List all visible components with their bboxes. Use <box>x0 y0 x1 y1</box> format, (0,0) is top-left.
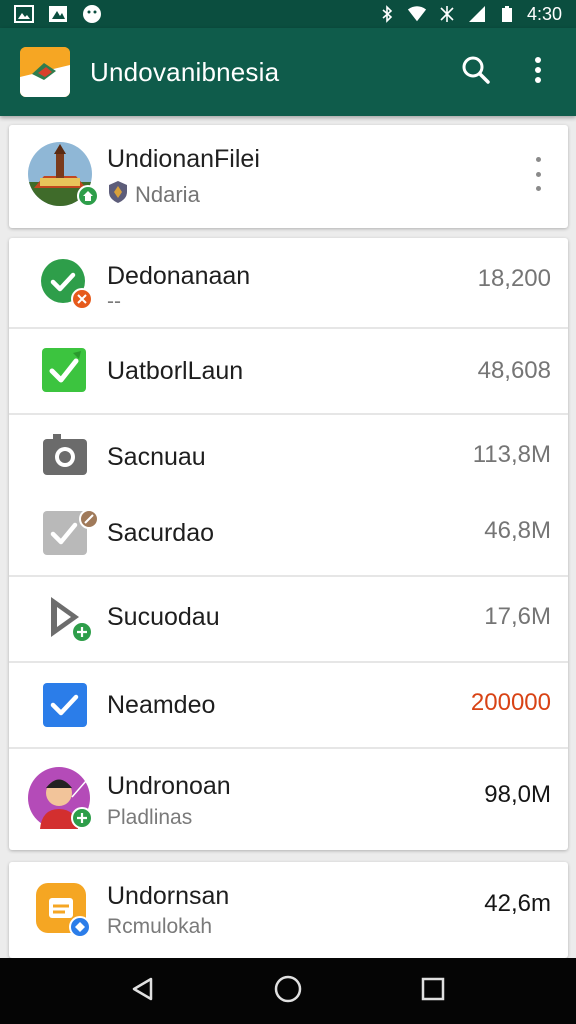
list-item-value: 113,8M <box>472 441 551 468</box>
list-item-label: Undornsan <box>107 882 230 910</box>
list-item-sub: -- <box>107 290 121 313</box>
list-item-sub: Rcmulokah <box>107 915 213 938</box>
check-box-icon <box>41 347 89 395</box>
list-item-label: Undronoan <box>107 772 231 800</box>
status-time: 4:30 <box>526 3 562 24</box>
badge-icon <box>79 509 99 529</box>
list-item-label: Neamdeo <box>107 691 216 719</box>
back-button[interactable] <box>118 966 168 1016</box>
add-badge-icon <box>71 621 93 643</box>
list-item-label: Sacnuau <box>107 443 206 471</box>
add-badge-icon <box>71 807 93 829</box>
list-item[interactable]: Undornsan Rcmulokah 42,6m <box>9 862 568 958</box>
home-icon <box>274 975 302 1008</box>
recents-button[interactable] <box>408 966 458 1016</box>
home-button[interactable] <box>263 966 313 1016</box>
wifi-icon <box>407 5 427 23</box>
verified-badge-icon <box>69 916 91 938</box>
app-title: Undovanibnesia <box>90 56 280 87</box>
list-item-value: 46,8M <box>484 517 551 544</box>
system-nav-bar <box>0 958 576 1024</box>
list-item[interactable]: Sacnuau 113,8M <box>9 415 568 495</box>
app-logo <box>20 47 70 97</box>
item-list-card: Dedonanaan -- 18,200 UatborlLaun 48,608 … <box>9 238 568 850</box>
gallery-notification-icon <box>14 5 34 23</box>
list-item[interactable]: Dedonanaan -- 18,200 <box>9 238 568 328</box>
more-vert-icon <box>535 157 541 162</box>
battery-icon <box>497 5 517 23</box>
check-box-blue-icon <box>41 681 89 729</box>
list-item-sub: Pladlinas <box>107 806 193 829</box>
list-item[interactable]: Sucuodau 17,6M <box>9 577 568 661</box>
search-icon <box>461 55 491 90</box>
list-item-value: 42,6m <box>484 890 551 917</box>
list-item-value: 98,0M <box>484 781 551 808</box>
home-badge-icon <box>77 185 99 207</box>
app-toolbar: Undovanibnesia <box>0 28 576 116</box>
profile-subtitle-text: Ndaria <box>135 182 200 207</box>
list-item[interactable]: Undronoan Pladlinas 98,0M <box>9 749 568 849</box>
signal-icon <box>467 5 487 23</box>
alert-badge-icon <box>71 288 93 310</box>
image-notification-icon <box>48 5 68 23</box>
list-item-label: UatborlLaun <box>107 357 244 385</box>
list-item[interactable]: Neamdeo 200000 <box>9 663 568 747</box>
data-sync-icon <box>437 5 457 23</box>
profile-name: UndionanFilei <box>107 145 260 173</box>
profile-subtitle: Ndaria <box>107 180 200 210</box>
list-item-value: 48,608 <box>477 357 551 384</box>
face-notification-icon <box>82 5 102 23</box>
bluetooth-icon <box>377 5 397 23</box>
status-bar: 4:30 <box>0 0 576 28</box>
back-icon <box>130 976 156 1007</box>
list-item-value: 17,6M <box>484 603 551 630</box>
list-item-label: Sacurdao <box>107 519 215 547</box>
list-item-value: 200000 <box>470 689 551 716</box>
profile-more-button[interactable] <box>526 157 550 191</box>
camera-icon <box>41 431 89 479</box>
list-item-label: Dedonanaan <box>107 262 251 290</box>
search-button[interactable] <box>458 54 494 90</box>
list-item[interactable]: UatborlLaun 48,608 <box>9 329 568 414</box>
more-vert-icon <box>534 56 542 89</box>
list-item-value: 18,200 <box>477 265 551 292</box>
list-item-label: Sucuodau <box>107 603 220 631</box>
list-item[interactable]: Sacurdao 46,8M <box>9 495 568 575</box>
shield-icon <box>107 180 129 210</box>
profile-card[interactable]: UndionanFilei Ndaria <box>9 125 568 228</box>
recents-icon <box>421 977 445 1006</box>
overflow-menu-button[interactable] <box>520 54 556 90</box>
